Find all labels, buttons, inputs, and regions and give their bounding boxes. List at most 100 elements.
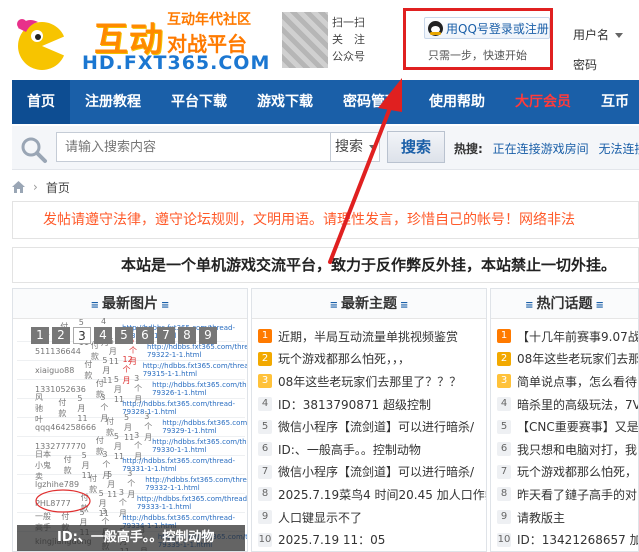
- wechat-qr-code: [282, 12, 328, 68]
- slide-page-button[interactable]: 2: [52, 327, 70, 344]
- topic-title: ID：3813790871 超级控制: [278, 397, 431, 412]
- search-type-select[interactable]: 搜索: [330, 132, 380, 162]
- nav-item-home[interactable]: 首页: [12, 80, 70, 124]
- rank-badge: 8: [258, 487, 272, 502]
- topic-list-item[interactable]: 2 玩个游戏都那么怕死，，，: [258, 348, 486, 371]
- slide-page-button[interactable]: 5: [115, 327, 133, 344]
- slideshow-caption[interactable]: ID:、一般高手。。控制动物: [17, 525, 245, 551]
- qr-caption-line: 扫一扫: [332, 16, 365, 29]
- search-button[interactable]: 搜索: [387, 131, 445, 163]
- preview-link: http://hdbbs.fxt365.com/thread-79322-1-1…: [147, 343, 247, 359]
- hot-search-link[interactable]: 无法连接: [598, 142, 639, 156]
- qq-login-panel: 用QQ号登录或注册 只需一步，快速开始: [403, 8, 553, 70]
- slide-page-button[interactable]: 8: [178, 327, 196, 344]
- panel-title[interactable]: 热门话题: [537, 296, 593, 312]
- hot-topic-list-item[interactable]: 6 我只想和电脑对打，我: [497, 438, 638, 461]
- list-bullet-icon: ≡: [595, 300, 604, 311]
- rank-badge: 3: [497, 374, 511, 389]
- topic-title: 【CNC重要赛事】又是: [517, 420, 638, 435]
- latest-pictures-panel: ≡最新图片≡ 111付款5月114个月http://hdbbs.fxt365.c…: [12, 288, 248, 552]
- topic-list-item[interactable]: 7 微信小程序【流剑道】可以进行暗杀/: [258, 461, 486, 484]
- slide-page-button[interactable]: 3: [73, 327, 91, 344]
- rank-badge: 8: [497, 487, 511, 502]
- slide-page-button[interactable]: 6: [136, 327, 154, 344]
- nav-item-register-guide[interactable]: 注册教程: [70, 80, 156, 124]
- preview-cell: 日本小鬼卖: [35, 449, 51, 481]
- rank-badge: 2: [497, 351, 511, 366]
- username-dropdown[interactable]: 用户名: [573, 20, 624, 50]
- logo-url: HD.FXT365.COM: [82, 52, 271, 74]
- qq-login-label: 用QQ号登录或注册: [446, 21, 549, 36]
- slide-page-button[interactable]: 9: [199, 327, 217, 344]
- slide-page-button[interactable]: 4: [94, 327, 112, 344]
- topic-list-item[interactable]: 3 08年这些老玩家们去那里了？？？: [258, 370, 486, 393]
- slide-page-button[interactable]: 7: [157, 327, 175, 344]
- topic-list-item[interactable]: 9 人口键显示不了: [258, 506, 486, 529]
- hot-topic-list-item[interactable]: 1 【十几年前赛事9.07战报】: [497, 325, 638, 348]
- topic-title: 微信小程序【流剑道】可以进行暗杀/: [278, 465, 475, 480]
- hot-topic-list-item[interactable]: 4 暗杀里的高级玩法，7V: [497, 393, 638, 416]
- topic-list: 1 近期，半局互动流量单挑视频鉴赏 2 玩个游戏都那么怕死，，， 3 08年这些老玩家们去…: [252, 319, 486, 551]
- panel-title[interactable]: 最新主题: [341, 296, 397, 312]
- list-bullet-icon: ≡: [161, 300, 170, 311]
- site-header: 互动 互动年代社区 对战平台 HD.FXT365.COM 扫一扫 关 注 公众号…: [0, 0, 639, 78]
- hot-topic-list-item[interactable]: 9 请教版主: [497, 506, 638, 529]
- hot-topic-list-item[interactable]: 8 昨天看了鏈子高手的对战: [497, 483, 638, 506]
- red-circle-annotation: [35, 489, 91, 513]
- qq-penguin-icon: [428, 20, 443, 36]
- hot-topic-list-item[interactable]: 10 ID：13421268657 加人: [497, 528, 638, 551]
- search-input[interactable]: [56, 132, 331, 162]
- preview-cell: 风驰叶: [35, 392, 43, 424]
- qr-caption: 扫一扫 关 注 公众号: [332, 14, 372, 65]
- topic-title: 微信小程序【流剑道】可以进行暗杀/: [278, 420, 475, 435]
- nav-item-vip[interactable]: 大厅会员: [500, 80, 586, 124]
- slide-page-button[interactable]: 1: [31, 327, 49, 344]
- picture-slideshow[interactable]: 111付款5月114个月http://hdbbs.fxt365.com/thre…: [17, 317, 247, 551]
- breadcrumb-separator: ›: [33, 180, 38, 194]
- username-label: 用户名: [573, 28, 610, 42]
- topic-list-item[interactable]: 10 2025.7.19 11：05: [258, 528, 486, 551]
- topic-list-item[interactable]: 6 ID:、一般高手。。控制动物: [258, 438, 486, 461]
- hot-topic-list-item[interactable]: 5 【CNC重要赛事】又是: [497, 415, 638, 438]
- preview-cell: 3个月: [144, 411, 153, 442]
- topic-list-item[interactable]: 4 ID：3813790871 超级控制: [258, 393, 486, 416]
- list-bullet-icon: ≡: [90, 300, 99, 311]
- nav-item-password-manage[interactable]: 密码管理: [328, 80, 414, 124]
- search-type-label: 搜索: [335, 139, 363, 155]
- hot-topic-list-item[interactable]: 7 玩个游戏都那么怕死，: [497, 461, 638, 484]
- hot-search-link[interactable]: 正在连接游戏房间: [493, 142, 589, 156]
- list-bullet-icon: ≡: [525, 300, 534, 311]
- rank-badge: 6: [497, 442, 511, 457]
- topic-title: 请教版主: [517, 510, 566, 525]
- topic-title: 玩个游戏都那么怕死，: [517, 465, 638, 480]
- topic-title: 玩个游戏都那么怕死，，，: [278, 352, 411, 367]
- rank-badge: 9: [497, 510, 511, 525]
- breadcrumb-home[interactable]: 首页: [46, 179, 70, 196]
- nav-item-platform-download[interactable]: 平台下载: [156, 80, 242, 124]
- nav-item-help[interactable]: 使用帮助: [414, 80, 500, 124]
- rank-badge: 1: [497, 329, 511, 344]
- topic-list-item[interactable]: 1 近期，半局互动流量单挑视频鉴赏: [258, 325, 486, 348]
- home-icon[interactable]: [12, 181, 25, 193]
- preview-cell: 5月11: [124, 412, 135, 442]
- hot-topic-list-item[interactable]: 2 08年这些老玩家们去那: [497, 348, 638, 371]
- nav-item-game-download[interactable]: 游戏下载: [242, 80, 328, 124]
- panel-title[interactable]: 最新图片: [102, 296, 158, 312]
- breadcrumb: › 首页: [12, 178, 70, 196]
- hot-topic-list-item[interactable]: 3 简单说点事，怎么看待: [497, 370, 638, 393]
- topic-title: 简单说点事，怎么看待: [517, 374, 638, 389]
- topic-list-item[interactable]: 8 2025.7.19菜鸟4 时间20.45 加人口作弊: [258, 483, 486, 506]
- qq-login-button[interactable]: 用QQ号登录或注册: [424, 17, 550, 39]
- nav-item-coins[interactable]: 互币: [586, 80, 639, 124]
- panel-header: ≡ 最新主题 ≡: [252, 289, 486, 319]
- panel-header: ≡ 热门话题 ≡: [491, 289, 638, 319]
- preview-cell: qqq464258666: [35, 422, 97, 432]
- account-menu: 用户名 密码: [573, 20, 624, 80]
- password-link[interactable]: 密码: [573, 50, 623, 80]
- rank-badge: 7: [258, 464, 272, 479]
- rank-badge: 10: [497, 532, 511, 547]
- rules-notice: 发帖请遵守法律，遵守论坛规则，文明用语。请理性发言，珍惜自己的帐号！网络非法: [12, 201, 639, 239]
- topic-list-item[interactable]: 5 微信小程序【流剑道】可以进行暗杀/: [258, 415, 486, 438]
- rank-badge: 10: [258, 532, 272, 547]
- site-logo[interactable]: 互动 互动年代社区 对战平台 HD.FXT365.COM: [12, 6, 282, 74]
